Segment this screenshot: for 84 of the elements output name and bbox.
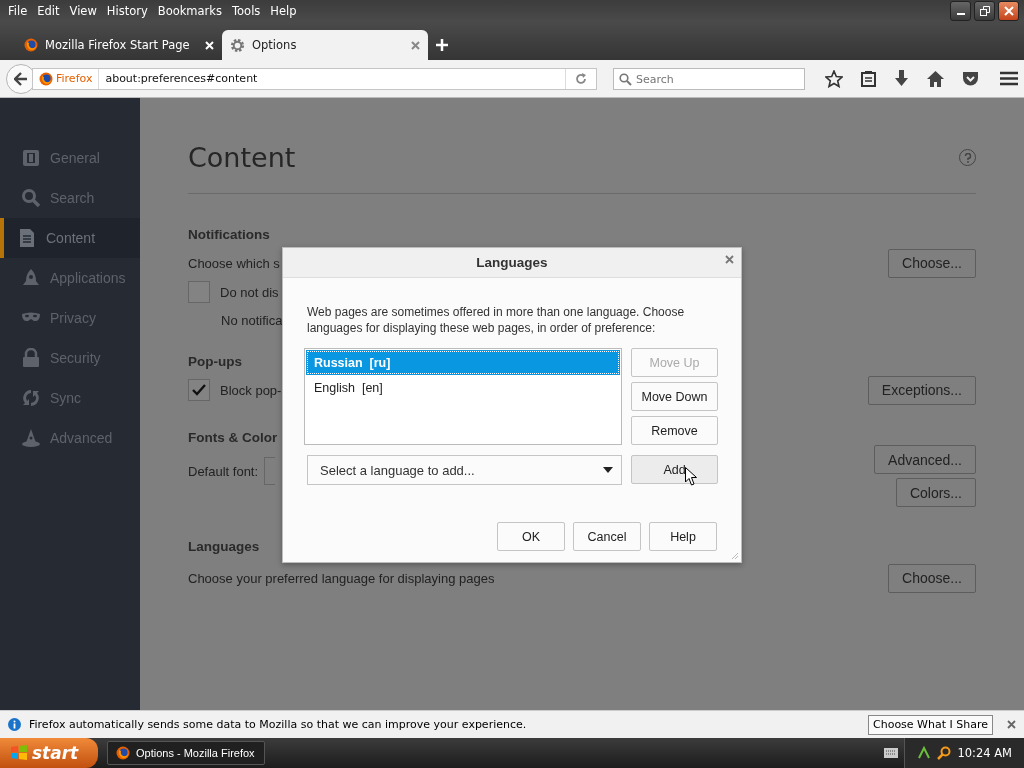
new-tab-icon[interactable] xyxy=(436,39,448,51)
menu-item[interactable]: File xyxy=(4,4,32,18)
restore-icon xyxy=(979,6,990,16)
gear-icon xyxy=(230,37,245,53)
search-icon xyxy=(21,188,41,208)
network-icon[interactable] xyxy=(917,746,932,760)
menu-item[interactable]: Tools xyxy=(228,4,265,18)
close-button[interactable] xyxy=(998,1,1019,21)
menu-item[interactable]: Bookmarks xyxy=(153,4,226,18)
reload-icon[interactable] xyxy=(575,72,587,85)
section-heading: Pop-ups xyxy=(188,354,242,369)
lock-icon xyxy=(21,348,41,368)
font-option-button[interactable]: Advanced... xyxy=(874,445,976,474)
firefox-logo-icon xyxy=(39,71,53,86)
minimize-button[interactable] xyxy=(950,1,971,21)
checkbox[interactable] xyxy=(188,379,210,401)
section-heading: Notifications xyxy=(188,227,270,242)
wizard-hat-icon xyxy=(21,428,41,448)
identity-label: Firefox xyxy=(56,72,93,85)
download-icon[interactable] xyxy=(894,70,909,87)
section-text: Choose your preferred language for displaying pages xyxy=(188,570,495,586)
close-icon xyxy=(1003,6,1014,16)
url-text: about:preferences#content xyxy=(104,72,259,85)
choose-button[interactable]: Choose... xyxy=(888,248,976,278)
flag-icon xyxy=(10,745,28,761)
checkmark-icon xyxy=(192,384,206,396)
search-icon[interactable] xyxy=(937,746,952,760)
mouse-pointer-icon xyxy=(685,467,697,486)
menu-item[interactable]: Help xyxy=(266,4,301,18)
choose-button[interactable]: Choose... xyxy=(888,563,976,593)
document-icon xyxy=(17,228,37,248)
firefox-logo-icon xyxy=(24,38,38,52)
window-icon xyxy=(21,148,41,168)
section-text: Choose which s xyxy=(188,255,280,271)
close-icon[interactable] xyxy=(1007,720,1016,729)
page-title: Content xyxy=(188,142,296,173)
language-list[interactable]: Russian [ru] English [en] xyxy=(304,348,622,445)
language-select[interactable]: Select a language to add... xyxy=(307,455,622,485)
dialog-title: Languages xyxy=(476,255,548,270)
choose-share-button[interactable]: Choose What I Share xyxy=(868,714,993,735)
menu-item[interactable]: Edit xyxy=(33,4,64,18)
firefox-logo-icon xyxy=(116,746,130,760)
sync-icon xyxy=(21,388,41,408)
search-field[interactable]: Search xyxy=(613,68,805,90)
dialog-button[interactable]: Cancel xyxy=(573,522,641,551)
checkbox-label: Block pop- xyxy=(220,382,282,398)
font-field[interactable] xyxy=(264,457,276,485)
star-icon[interactable] xyxy=(825,69,843,88)
add-button[interactable]: Add xyxy=(631,455,718,484)
restore-button[interactable] xyxy=(974,1,995,21)
field-label: Default font: xyxy=(188,463,259,479)
checkbox[interactable] xyxy=(188,281,210,303)
browser-tab[interactable]: Options xyxy=(222,30,428,60)
checkbox-label: Do not dis xyxy=(220,284,279,300)
dialog-button[interactable]: OK xyxy=(497,522,565,551)
info-icon xyxy=(8,718,21,731)
arrow-icon xyxy=(14,71,28,86)
clock: 10:24 AM xyxy=(957,746,1012,760)
rocket-icon xyxy=(21,268,41,288)
menu-item[interactable]: View xyxy=(65,4,101,18)
list-action-button[interactable]: Remove xyxy=(631,416,718,445)
font-option-button[interactable]: Colors... xyxy=(895,478,976,507)
section-heading: Fonts & Color xyxy=(188,430,278,445)
menu-item[interactable]: History xyxy=(102,4,152,18)
note-text: No notifica xyxy=(221,313,283,328)
browser-tab[interactable]: Mozilla Firefox Start Page xyxy=(16,30,222,60)
address-bar[interactable]: Firefox about:preferences#content xyxy=(32,67,597,90)
exceptions-button[interactable]: Exceptions... xyxy=(867,375,976,405)
taskbar-button[interactable]: Options - Mozilla Firefox xyxy=(107,741,265,765)
pocket-icon[interactable] xyxy=(962,70,979,87)
keyboard-icon[interactable] xyxy=(884,748,899,758)
language-item[interactable]: English [en] xyxy=(306,375,620,400)
home-icon[interactable] xyxy=(927,70,944,87)
menu-icon[interactable] xyxy=(1000,71,1018,86)
notification-text: Firefox automatically sends some data to Mozilla so that we can improve your experience. xyxy=(29,718,528,731)
dialog-description: Web pages are sometimes offered in more than one language. Choose languages for displaying these web pages, in order of preference: xyxy=(307,304,686,336)
search-icon xyxy=(619,72,632,86)
dialog-button[interactable]: Help xyxy=(649,522,717,551)
resize-grip-icon[interactable] xyxy=(731,552,739,560)
dropdown-caret-icon xyxy=(603,467,613,473)
list-action-button[interactable]: Move Down xyxy=(631,382,718,411)
section-heading: Languages xyxy=(188,539,260,554)
clipboard-icon[interactable] xyxy=(861,70,876,87)
close-icon[interactable] xyxy=(725,255,734,264)
